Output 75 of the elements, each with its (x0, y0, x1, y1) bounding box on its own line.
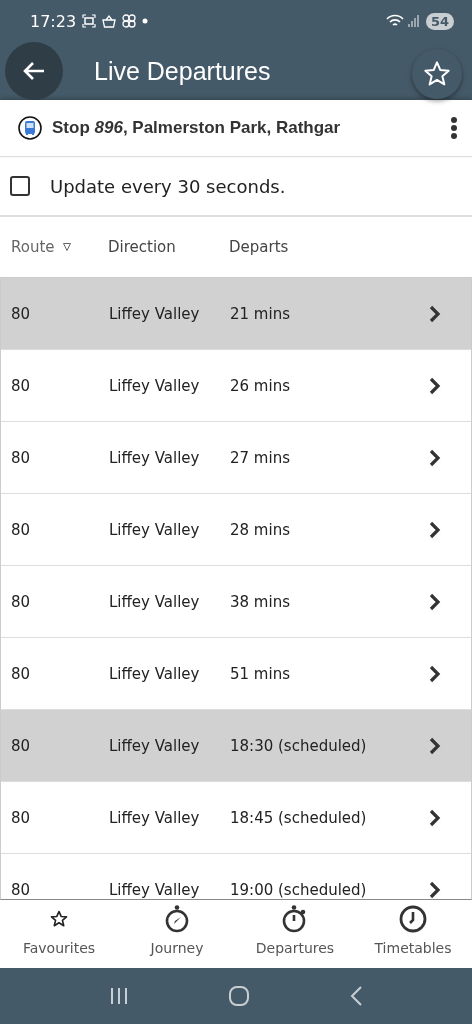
table-cell: Liffey Valley (109, 736, 200, 755)
more-options-icon[interactable] (450, 116, 458, 140)
bus-icon (18, 116, 42, 140)
table-cell: Liffey Valley (109, 520, 200, 539)
table-cell: 80 (11, 808, 31, 827)
chevron-right-icon[interactable] (429, 304, 441, 323)
table-cell: 80 (11, 304, 31, 323)
nav-tab[interactable]: Departures (236, 900, 354, 968)
back-arrow-icon (22, 61, 46, 81)
table-cell: 80 (11, 736, 31, 755)
table-cell: 19:00 (scheduled) (230, 880, 367, 899)
table-cell: 80 (11, 520, 31, 539)
recent-apps-icon[interactable] (109, 986, 130, 1006)
nav-tab[interactable]: Journey (118, 900, 236, 968)
home-icon[interactable] (228, 985, 250, 1007)
table-cell: 51 mins (230, 664, 290, 683)
battery-level: 54 (425, 12, 454, 30)
table-cell: 80 (11, 448, 31, 467)
table-cell: Liffey Valley (109, 592, 200, 611)
departure-row[interactable]: 80 Liffey Valley 18:30 (scheduled) (1, 710, 471, 782)
checkbox[interactable] (10, 176, 30, 196)
table-cell: 26 mins (230, 376, 290, 395)
screenshot-icon (82, 14, 97, 28)
nav-tab[interactable]: Timetables (354, 900, 472, 968)
table-cell: 80 (11, 880, 31, 899)
column-header[interactable]: Route (11, 238, 55, 256)
table-cell: 80 (11, 376, 31, 395)
departure-row[interactable]: 80 Liffey Valley 26 mins (1, 350, 471, 422)
table-cell: Liffey Valley (109, 664, 200, 683)
table-cell: 21 mins (230, 304, 290, 323)
star-icon (50, 910, 68, 928)
table-cell: 80 (11, 592, 31, 611)
departure-row[interactable]: 80 Liffey Valley 28 mins (1, 494, 471, 566)
table-cell: Liffey Valley (109, 880, 200, 899)
chevron-right-icon[interactable] (429, 736, 441, 755)
table-cell: 27 mins (230, 448, 290, 467)
table-cell: 18:30 (scheduled) (230, 736, 367, 755)
star-icon (423, 60, 451, 88)
sort-icon[interactable] (62, 243, 71, 251)
chevron-right-icon[interactable] (429, 880, 441, 899)
table-cell: 80 (11, 664, 31, 683)
dot-icon (142, 18, 149, 24)
favourite-button[interactable] (412, 49, 462, 99)
chevron-right-icon[interactable] (429, 808, 441, 827)
stop-title: Stop 896, Palmerston Park, Rathgar (52, 118, 342, 138)
table-cell: 38 mins (230, 592, 290, 611)
basket-icon (102, 14, 117, 28)
screen-title: Live Departures (94, 56, 272, 86)
table-cell: Liffey Valley (109, 304, 200, 323)
compass-icon (165, 905, 189, 933)
chevron-right-icon[interactable] (429, 376, 441, 395)
table-cell: 18:45 (scheduled) (230, 808, 367, 827)
stopwatch-icon (282, 905, 308, 933)
clock-icon (399, 905, 427, 933)
back-icon[interactable] (348, 985, 363, 1007)
chevron-right-icon[interactable] (429, 592, 441, 611)
nav-tab[interactable]: Favourites (0, 900, 118, 968)
table-cell: Liffey Valley (109, 808, 200, 827)
wifi-icon (385, 14, 404, 28)
table-cell: 28 mins (230, 520, 290, 539)
fan-icon (122, 14, 137, 28)
table-cell: Liffey Valley (109, 376, 200, 395)
departure-row[interactable]: 80 Liffey Valley 18:45 (scheduled) (1, 782, 471, 854)
checkbox-label: Update every 30 seconds. (50, 175, 286, 197)
status-time: 17:23 (30, 11, 77, 31)
column-header: Direction (108, 238, 176, 256)
chevron-right-icon[interactable] (429, 448, 441, 467)
column-header: Departs (229, 238, 289, 256)
chevron-right-icon[interactable] (429, 520, 441, 539)
chevron-right-icon[interactable] (429, 664, 441, 683)
departure-row[interactable]: 80 Liffey Valley 21 mins (1, 278, 471, 350)
table-cell: Liffey Valley (109, 448, 200, 467)
departure-row[interactable]: 80 Liffey Valley 27 mins (1, 422, 471, 494)
signal-icon (407, 15, 420, 27)
departure-row[interactable]: 80 Liffey Valley 38 mins (1, 566, 471, 638)
